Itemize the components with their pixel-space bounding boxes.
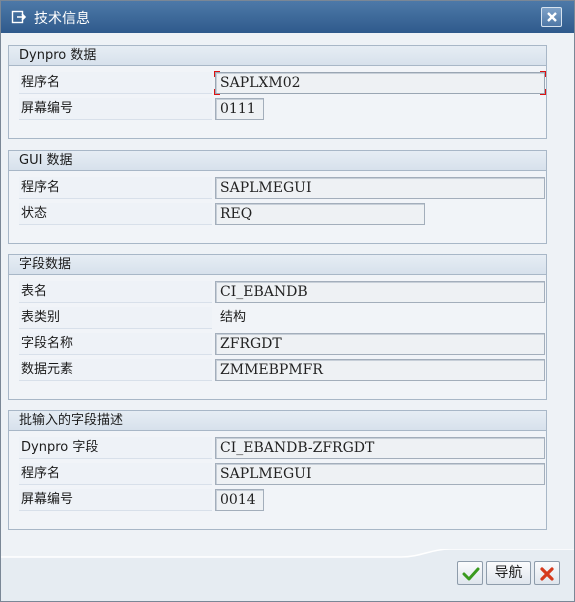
group-header: 批输入的字段描述 [9, 411, 546, 431]
batch-program-field[interactable]: SAPLMEGUI [215, 463, 545, 485]
dialog-title: 技术信息 [34, 11, 90, 27]
field-row-table-category: 表类别 结构 [19, 307, 539, 329]
table-category-value: 结构 [220, 310, 247, 325]
table-name-field[interactable]: CI_EBANDB [215, 281, 545, 303]
field-label: 状态 [19, 203, 212, 225]
navigate-button[interactable]: 导航 [486, 561, 531, 585]
field-row-program-name: 程序名 SAPLMEGUI [19, 463, 545, 485]
group-header: Dynpro 数据 [9, 46, 546, 66]
group-gui-data: GUI 数据 程序名 SAPLMEGUI 状态 REQ [8, 150, 547, 244]
field-label: 字段名称 [19, 333, 212, 355]
data-element-field[interactable]: ZMMEBPMFR [215, 359, 545, 381]
technical-info-dialog: 技术信息 Dynpro 数据 程序名 SAPLXM02 屏幕编号 0111 GU… [0, 0, 575, 602]
field-row-table-name: 表名 CI_EBANDB [19, 281, 545, 303]
field-label: 程序名 [19, 463, 212, 485]
field-label: 程序名 [19, 72, 212, 94]
gui-program-field[interactable]: SAPLMEGUI [215, 177, 545, 199]
field-row-program-name: 程序名 SAPLXM02 [19, 71, 546, 95]
window-export-icon [11, 9, 27, 25]
group-header: 字段数据 [9, 255, 546, 275]
dynpro-field-field[interactable]: CI_EBANDB-ZFRGDT [215, 437, 545, 459]
field-row-data-element: 数据元素 ZMMEBPMFR [19, 359, 545, 381]
field-label: 表名 [19, 281, 212, 303]
status-field[interactable]: REQ [215, 203, 425, 225]
field-name-field[interactable]: ZFRGDT [215, 333, 545, 355]
program-name-field[interactable]: SAPLXM02 [215, 72, 545, 94]
field-row-screen-number: 屏幕编号 0014 [19, 489, 539, 511]
confirm-button[interactable] [457, 561, 483, 585]
cancel-button[interactable] [534, 561, 560, 585]
field-label: 屏幕编号 [19, 489, 212, 511]
field-label: 数据元素 [19, 359, 212, 381]
close-button[interactable] [541, 7, 562, 27]
field-row-field-name: 字段名称 ZFRGDT [19, 333, 545, 355]
field-row-program-name: 程序名 SAPLMEGUI [19, 177, 545, 199]
dialog-body: Dynpro 数据 程序名 SAPLXM02 屏幕编号 0111 GUI 数据 … [1, 33, 574, 601]
group-batch-input-description: 批输入的字段描述 Dynpro 字段 CI_EBANDB-ZFRGDT 程序名 … [8, 410, 547, 530]
field-label: 表类别 [19, 307, 212, 329]
field-label: Dynpro 字段 [19, 437, 212, 459]
field-label: 屏幕编号 [19, 98, 212, 120]
title-bar[interactable]: 技术信息 [1, 1, 574, 33]
field-row-status: 状态 REQ [19, 203, 539, 225]
group-header: GUI 数据 [9, 151, 546, 171]
group-field-data: 字段数据 表名 CI_EBANDB 表类别 结构 字段名称 ZFRGDT 数据元… [8, 254, 547, 400]
field-row-dynpro-field: Dynpro 字段 CI_EBANDB-ZFRGDT [19, 437, 545, 459]
group-dynpro-data: Dynpro 数据 程序名 SAPLXM02 屏幕编号 0111 [8, 45, 547, 139]
field-label: 程序名 [19, 177, 212, 199]
batch-screen-number-field[interactable]: 0014 [215, 489, 264, 511]
field-row-screen-number: 屏幕编号 0111 [19, 98, 539, 120]
screen-number-field[interactable]: 0111 [215, 98, 264, 120]
